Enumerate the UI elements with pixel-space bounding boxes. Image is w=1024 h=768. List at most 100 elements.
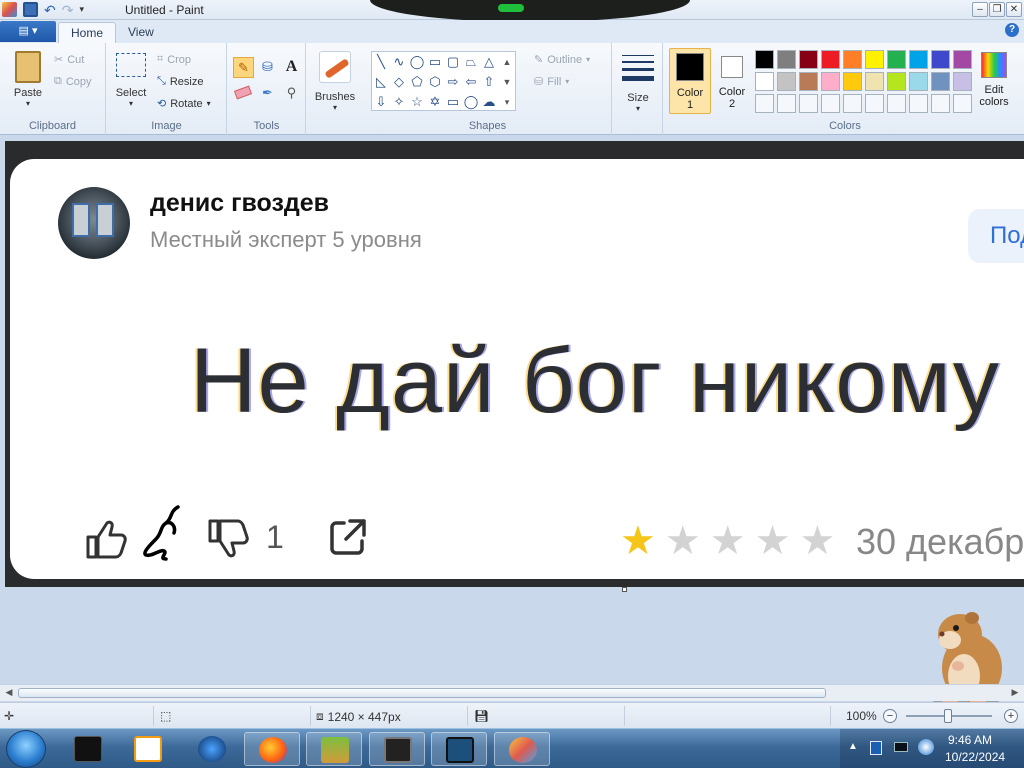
taskbar-firefox[interactable] (244, 732, 300, 766)
color-swatch[interactable] (865, 50, 884, 69)
zoom-slider-thumb[interactable] (944, 709, 952, 723)
taskbar-globe-app[interactable] (184, 732, 240, 766)
right-triangle-shape-icon[interactable]: ◺ (372, 72, 390, 92)
fill-button[interactable]: ⛁ Fill ▾ (534, 75, 569, 89)
text-tool[interactable]: A (281, 57, 302, 78)
color-swatch[interactable] (865, 94, 884, 113)
canvas-resize-handle[interactable] (622, 587, 627, 592)
triangle-shape-icon[interactable]: △ (480, 52, 498, 72)
down-arrow-shape-icon[interactable]: ⇩ (372, 92, 390, 112)
curve-shape-icon[interactable]: ∿ (390, 52, 408, 72)
color-swatch[interactable] (931, 50, 950, 69)
volume-icon[interactable] (918, 739, 934, 755)
diamond-shape-icon[interactable]: ◇ (390, 72, 408, 92)
taskbar-window-2[interactable] (431, 732, 487, 766)
customize-qat-icon[interactable]: ▾ (79, 4, 84, 15)
minimize-button[interactable]: – (972, 2, 988, 17)
resize-button[interactable]: ⤡ Resize (157, 75, 203, 88)
taskbar-box-game[interactable] (306, 732, 362, 766)
taskbar-media-player[interactable] (120, 732, 176, 766)
show-hidden-icons[interactable]: ▲ (848, 741, 858, 752)
color-swatch[interactable] (777, 50, 796, 69)
clock-date[interactable]: 10/22/2024 (945, 750, 1005, 764)
restore-button[interactable]: ❐ (989, 2, 1005, 17)
color-picker-tool[interactable]: ✒ (257, 83, 278, 104)
up-arrow-shape-icon[interactable]: ⇧ (480, 72, 498, 92)
tray-app-icon[interactable] (870, 741, 882, 755)
help-icon[interactable]: ? (1005, 23, 1019, 37)
drawing-canvas[interactable]: денис гвоздев Местный эксперт 5 уровня П… (5, 141, 1024, 587)
tab-view[interactable]: View (116, 22, 166, 43)
color-swatch[interactable] (909, 50, 928, 69)
color-swatch[interactable] (777, 72, 796, 91)
tab-home[interactable]: Home (58, 22, 117, 43)
undo-icon[interactable]: ↶ (44, 3, 56, 17)
color1-button[interactable]: Color 1 (669, 48, 711, 114)
save-icon[interactable] (23, 2, 38, 17)
hexagon-shape-icon[interactable]: ⬡ (426, 72, 444, 92)
fill-tool[interactable]: ⛁ (257, 57, 278, 78)
four-point-star-shape-icon[interactable]: ✧ (390, 92, 408, 112)
color-swatch[interactable] (821, 50, 840, 69)
rotate-button[interactable]: ⟲ Rotate ▾ (157, 97, 211, 111)
gallery-more-icon[interactable]: ▾ (498, 92, 516, 112)
color-swatch[interactable] (909, 72, 928, 91)
eraser-tool[interactable] (233, 83, 254, 104)
scroll-right-icon[interactable]: ▶ (1009, 687, 1021, 698)
rectangle-shape-icon[interactable]: ▭ (426, 52, 444, 72)
color2-button[interactable]: Color 2 (713, 48, 751, 114)
oval-shape-icon[interactable]: ◯ (408, 52, 426, 72)
left-arrow-shape-icon[interactable]: ⇦ (462, 72, 480, 92)
magnifier-tool[interactable]: ⚲ (281, 83, 302, 104)
color-swatch[interactable] (887, 94, 906, 113)
color-swatch[interactable] (799, 72, 818, 91)
rounded-rectangle-shape-icon[interactable]: ▢ (444, 52, 462, 72)
gallery-down-icon[interactable]: ▼ (498, 72, 516, 92)
outline-button[interactable]: ✎ Outline ▾ (534, 53, 590, 67)
network-icon[interactable] (894, 742, 908, 752)
color-swatch[interactable] (843, 50, 862, 69)
color-swatch[interactable] (821, 94, 840, 113)
color-swatch[interactable] (799, 50, 818, 69)
copy-button[interactable]: ⧉ Copy (54, 75, 92, 88)
color-swatch[interactable] (777, 94, 796, 113)
clock-time[interactable]: 9:46 AM (948, 733, 992, 747)
color-swatch[interactable] (887, 50, 906, 69)
color-swatch[interactable] (843, 72, 862, 91)
color-swatch[interactable] (865, 72, 884, 91)
color-swatch[interactable] (909, 94, 928, 113)
color-swatch[interactable] (755, 94, 774, 113)
color-swatch[interactable] (887, 72, 906, 91)
cloud-callout-shape-icon[interactable]: ☁ (480, 92, 498, 112)
brushes-button[interactable]: Brushes ▾ (311, 51, 359, 112)
right-arrow-shape-icon[interactable]: ⇨ (444, 72, 462, 92)
gallery-up-icon[interactable]: ▲ (498, 52, 516, 72)
six-point-star-shape-icon[interactable]: ✡ (426, 92, 444, 112)
edit-colors-button[interactable]: Edit colors (975, 50, 1013, 116)
crop-button[interactable]: ⌗ Crop (157, 53, 191, 66)
color-swatch[interactable] (931, 94, 950, 113)
color-swatch[interactable] (953, 72, 972, 91)
five-point-star-shape-icon[interactable]: ☆ (408, 92, 426, 112)
pentagon-shape-icon[interactable]: ⬠ (408, 72, 426, 92)
shapes-gallery[interactable]: ╲ ∿ ◯ ▭ ▢ ⏢ △ ▲ ◺ ◇ ⬠ ⬡ ⇨ ⇦ ⇧ ▼ ⇩ ✧ ☆ ✡ ▭ ◯ ☁ ▾ (371, 51, 516, 111)
rect-callout-shape-icon[interactable]: ▭ (444, 92, 462, 112)
horizontal-scrollbar[interactable]: ◀ ▶ (0, 684, 1024, 701)
line-shape-icon[interactable]: ╲ (372, 52, 390, 72)
paint-app-icon[interactable] (2, 2, 17, 17)
scrollbar-thumb[interactable] (18, 688, 826, 698)
taskbar-window-1[interactable] (369, 732, 425, 766)
close-button[interactable]: ✕ (1006, 2, 1022, 17)
zoom-out-button[interactable]: − (883, 709, 897, 723)
paste-button[interactable]: Paste ▾ (8, 51, 48, 108)
color-swatch[interactable] (799, 94, 818, 113)
redo-icon[interactable]: ↷ (62, 3, 74, 17)
color-swatch[interactable] (953, 50, 972, 69)
scroll-left-icon[interactable]: ◀ (3, 687, 15, 698)
cut-button[interactable]: ✂ Cut (54, 53, 84, 67)
pencil-tool[interactable]: ✎ (233, 57, 254, 78)
color-swatch[interactable] (755, 72, 774, 91)
size-button[interactable]: Size ▾ (617, 51, 659, 113)
select-button[interactable]: Select ▾ (113, 53, 149, 108)
taskbar-paint[interactable] (494, 732, 550, 766)
